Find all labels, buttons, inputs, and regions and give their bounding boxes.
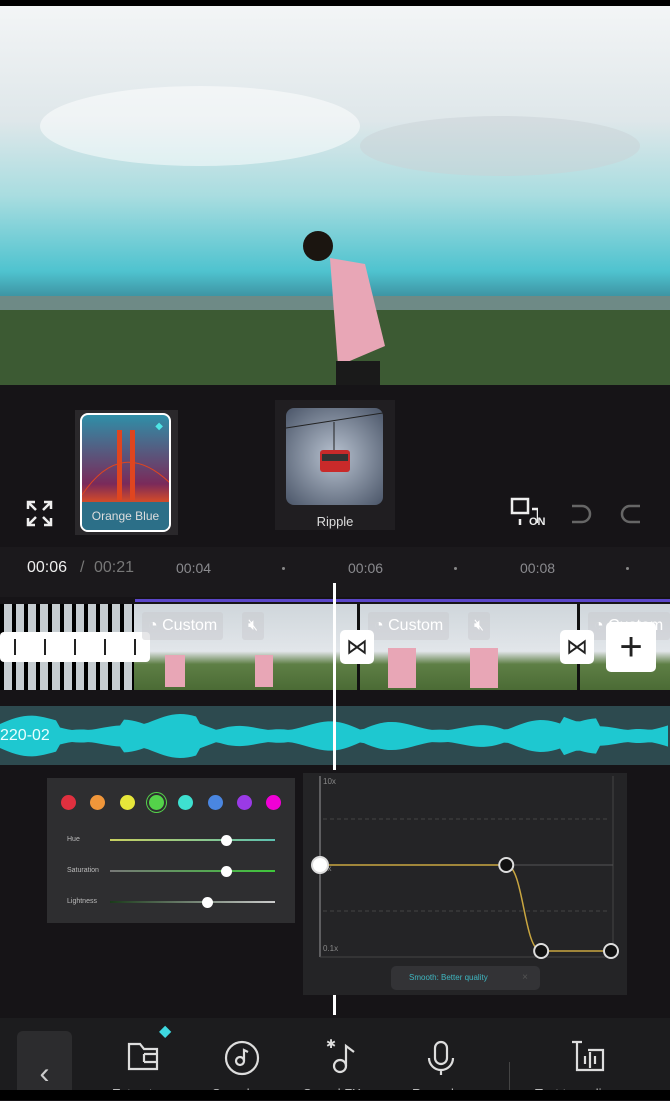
expand-icon[interactable] [26,500,53,527]
tool-text-to-audio[interactable] [570,1040,606,1081]
microphone-icon [427,1040,455,1075]
person-frame [165,655,185,687]
speed-label: Custom [162,617,218,634]
total-time: 00:21 [94,559,135,576]
speed-icon: ◔ [374,617,389,634]
ruler-dot [454,567,457,570]
hue-label: Hue [67,836,80,843]
ruler-dot [282,567,285,570]
hue-slider-knob[interactable] [220,835,232,846]
undo-icon[interactable] [568,502,594,526]
filter-label: Ripple [316,514,354,529]
filter-item-ripple[interactable]: Ripple [275,400,395,530]
person-frame [470,648,498,688]
toast-text: Smooth: Better quality [409,973,488,982]
clip-trim-handle[interactable] [0,632,150,662]
speed-point[interactable] [498,857,515,873]
current-time: 00:06 [27,559,68,576]
muted-icon[interactable]: 🔇︎ [242,612,265,640]
muted-icon[interactable]: 🔇︎ [468,612,491,640]
keyframe-on-label: ON [529,516,546,528]
keyframe-toggle[interactable]: ON [510,497,550,531]
music-disc-icon [224,1040,260,1076]
color-swatch[interactable] [61,795,76,810]
person-frame [388,648,416,688]
ruler-tick: 00:06 [348,560,384,576]
color-swatch[interactable] [236,795,252,810]
filter-label: Orange Blue [82,502,169,530]
gondola-thumbnail [286,412,383,472]
clip-speed-badge[interactable]: ◔ Custom [142,612,224,640]
effect-track-bar[interactable] [135,599,670,602]
color-swatch[interactable] [119,795,135,810]
tool-extract[interactable] [127,1040,159,1077]
svg-text:✱: ✱ [326,1037,336,1051]
speed-curve-line [320,864,611,952]
color-swatch[interactable] [207,795,223,810]
saturation-slider-knob[interactable] [220,866,232,877]
toast-close-icon[interactable]: × [522,966,528,990]
redo-icon[interactable] [618,502,644,526]
tool-record[interactable] [426,1040,456,1081]
ruler-tick: 00:08 [520,560,556,576]
tool-sound-fx[interactable]: ✱ [326,1036,358,1081]
speed-icon: ◔ [148,617,163,634]
color-swatch[interactable] [266,795,282,810]
sound-fx-icon: ✱ [326,1037,355,1074]
ruler-dot [626,567,629,570]
speed-point[interactable] [603,943,619,959]
speed-label: Custom [388,617,444,634]
text-to-audio-icon [572,1040,605,1072]
video-preview[interactable] [0,6,670,385]
saturation-label: Saturation [67,867,99,874]
speed-point[interactable] [533,943,550,959]
lightness-slider[interactable] [110,901,275,903]
color-swatch[interactable] [148,795,164,810]
hue-slider[interactable] [110,839,275,841]
y-min-label: 0.1x [323,944,338,953]
transition-icon[interactable]: ⋈ [560,630,594,664]
filter-item-orange-blue[interactable]: ◆ Orange Blue [75,410,178,535]
add-clip-button[interactable]: + [606,622,656,672]
y-max-label: 10x [323,777,336,786]
premium-diamond-icon: ◆ [155,421,163,432]
smooth-toast: Smooth: Better quality × [391,966,540,990]
playhead[interactable] [333,583,336,770]
ruler-tick: 00:04 [176,560,212,576]
preview-frame [0,86,670,385]
saturation-slider[interactable] [110,870,275,872]
toolbar-divider [509,1062,510,1090]
transition-icon[interactable]: ⋈ [340,630,374,664]
clip-speed-badge[interactable]: ◔ Custom [368,612,450,640]
playhead-tail [333,995,336,1015]
premium-diamond-icon: ◆ [159,1023,172,1040]
screen-bottom [0,1090,670,1100]
lightness-label: Lightness [67,898,97,905]
time-separator: / [80,559,85,576]
audio-label: 220-02 [0,727,50,744]
speed-curve-graph[interactable]: 10x 1x 0.1x [303,773,627,995]
tool-sounds[interactable] [224,1040,260,1081]
person-frame [255,655,273,687]
folder-icon [127,1042,159,1071]
speed-point[interactable] [311,856,329,874]
